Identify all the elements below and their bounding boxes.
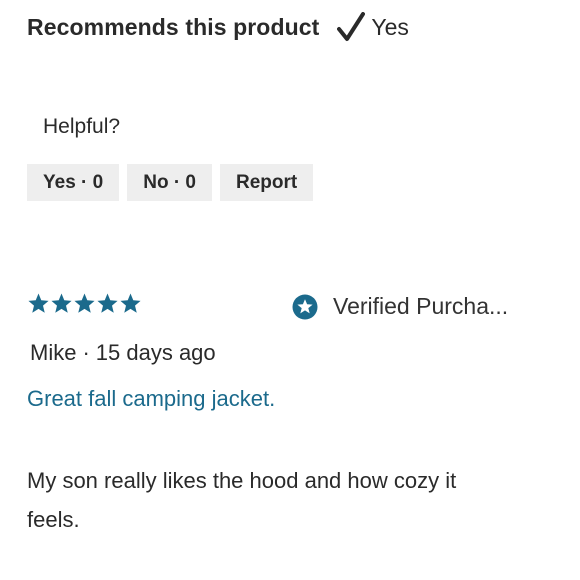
verified-purchase-badge: Verified Purcha...: [292, 293, 508, 320]
reviewer-info: Mike · 15 days ago: [30, 340, 216, 366]
report-button[interactable]: Report: [220, 164, 314, 201]
star-icon: [96, 292, 119, 315]
review-date: 15 days ago: [95, 340, 216, 365]
review-title: Great fall camping jacket.: [27, 386, 276, 411]
verified-star-badge-icon: [292, 294, 318, 320]
helpful-yes-button[interactable]: Yes · 0: [27, 164, 120, 201]
star-icon: [27, 292, 50, 315]
review-body: My son really likes the hood and how coz…: [27, 468, 457, 532]
helpful-label: Helpful?: [43, 115, 121, 138]
recommends-label: Recommends this product: [27, 13, 320, 40]
verified-purchase-label: Verified Purcha...: [333, 293, 509, 319]
reviewer-name: Mike: [30, 340, 77, 365]
star-icon: [50, 292, 73, 315]
star-rating: [27, 292, 142, 315]
star-icon: [119, 292, 142, 315]
helpful-vote-row: Yes · 0 No · 0 Report: [27, 164, 314, 201]
recommends-row: Recommends this product Yes: [27, 10, 409, 44]
separator-dot: ·: [82, 340, 90, 365]
star-icon: [73, 292, 96, 315]
recommends-value: Yes: [371, 13, 409, 40]
checkmark-icon: [337, 12, 366, 42]
helpful-no-button[interactable]: No · 0: [127, 164, 212, 201]
